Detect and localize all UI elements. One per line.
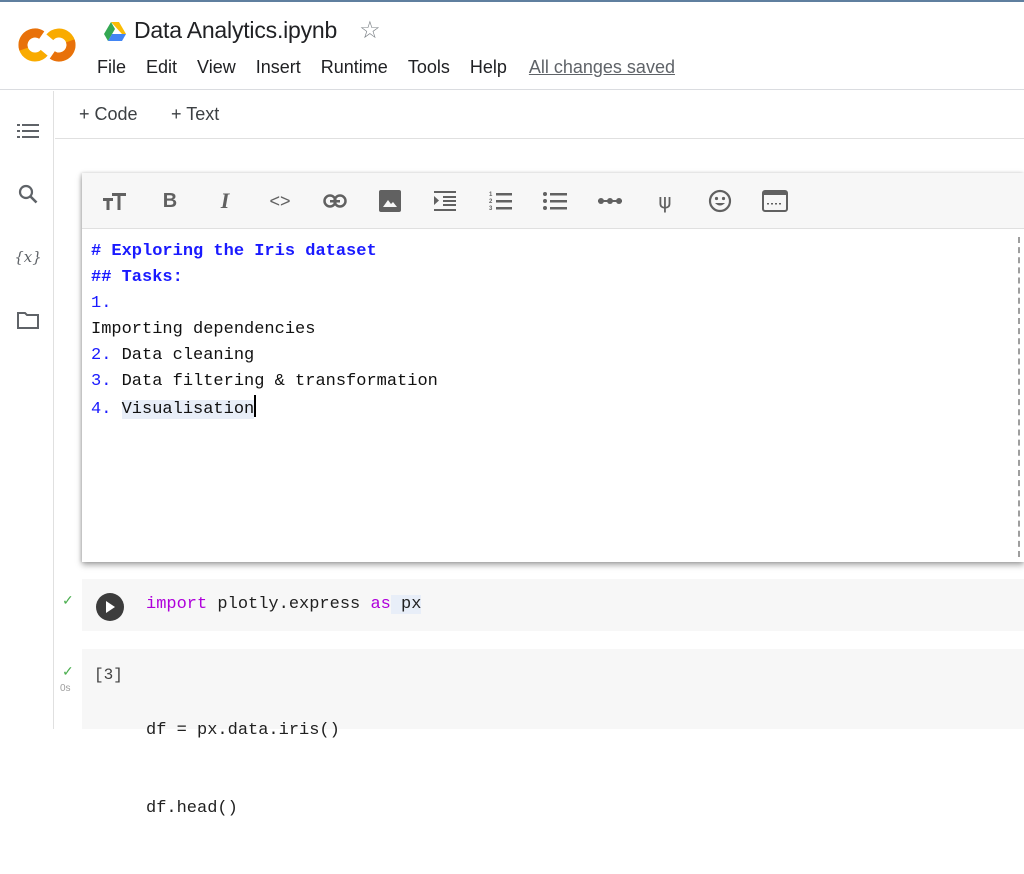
heading-marker: # — [91, 242, 112, 261]
run-cell-button[interactable] — [96, 593, 124, 621]
cell-toolbar: + Code + Text — [55, 91, 1024, 139]
bold-icon[interactable]: B — [156, 187, 184, 215]
text-cursor — [254, 395, 257, 417]
editor-line: ## Tasks: — [91, 265, 1015, 291]
execution-time: 0s — [60, 683, 71, 694]
editor-line: # Exploring the Iris dataset — [91, 239, 1015, 265]
colab-logo[interactable] — [18, 26, 76, 64]
heading-text: Exploring the Iris dataset — [111, 242, 377, 261]
heading-marker: ## — [91, 268, 122, 287]
menu-runtime[interactable]: Runtime — [321, 57, 388, 78]
list-item-text: Visualisation — [121, 400, 255, 419]
menu-tools[interactable]: Tools — [408, 57, 450, 78]
execution-count: [3] — [94, 666, 123, 684]
notebook-title[interactable]: Data Analytics.ipynb — [134, 17, 337, 44]
module-name: plotly.express — [207, 595, 371, 614]
italic-icon[interactable]: I — [211, 187, 239, 215]
add-text-button[interactable]: + Text — [171, 104, 219, 125]
play-icon — [106, 601, 115, 613]
alias-name: px — [390, 595, 422, 614]
heading-text: Tasks: — [121, 268, 183, 287]
menu-bar: File Edit View Insert Runtime Tools Help… — [97, 57, 695, 78]
editor-line: 3. Data filtering & transformation — [91, 369, 1015, 395]
list-item-text: Data cleaning — [121, 346, 255, 365]
numbered-list-icon[interactable]: 123 — [486, 187, 514, 215]
code-line: df.head() — [146, 799, 238, 818]
editor-line: Importing dependencies — [91, 317, 1015, 343]
text-cell-editor[interactable]: B I <> 123 ψ # Exploring the Iris datase… — [82, 173, 1024, 562]
code-line: df = px.data.iris() — [146, 721, 340, 740]
menu-insert[interactable]: Insert — [256, 57, 301, 78]
emoji-icon[interactable] — [706, 187, 734, 215]
menu-file[interactable]: File — [97, 57, 126, 78]
svg-text:1: 1 — [489, 192, 493, 198]
bullet-list-icon[interactable] — [541, 187, 569, 215]
latex-psi-icon[interactable]: ψ — [651, 187, 679, 215]
editor-line: 4. Visualisation — [91, 395, 1015, 423]
image-icon[interactable] — [376, 187, 404, 215]
code-icon[interactable]: <> — [266, 187, 294, 215]
horizontal-rule-icon[interactable] — [596, 187, 624, 215]
success-check-icon: ✓ — [62, 663, 74, 679]
preview-mode-icon[interactable] — [761, 187, 789, 215]
keyword-import: import — [146, 595, 208, 614]
indent-icon[interactable] — [431, 187, 459, 215]
list-item-text: Importing dependencies — [91, 320, 316, 339]
svg-text:3: 3 — [489, 206, 493, 211]
table-of-contents-icon[interactable] — [16, 119, 40, 143]
code-line: import plotly.express as px — [146, 595, 422, 614]
list-marker: 1. — [91, 294, 112, 313]
link-icon[interactable] — [321, 187, 349, 215]
ruler-guide — [1018, 237, 1020, 557]
list-item-text: Data filtering & transformation — [121, 372, 438, 391]
editor-line: 1. — [91, 291, 1015, 317]
markdown-editor[interactable]: # Exploring the Iris dataset ## Tasks: 1… — [82, 229, 1024, 557]
format-toolbar: B I <> 123 ψ — [82, 173, 1024, 229]
list-marker: 3. — [91, 372, 122, 391]
keyword-as: as — [370, 595, 391, 614]
code-block: df = px.data.iris() df.head() — [146, 666, 340, 874]
files-folder-icon[interactable] — [16, 308, 40, 332]
star-icon[interactable]: ☆ — [359, 16, 381, 45]
list-marker: 2. — [91, 346, 122, 365]
search-icon[interactable] — [16, 182, 40, 206]
left-sidebar: {x} — [0, 91, 54, 729]
add-code-button[interactable]: + Code — [79, 104, 138, 125]
code-cell[interactable]: import plotly.express as px — [82, 579, 1024, 631]
google-drive-icon[interactable] — [104, 21, 126, 41]
save-status-link[interactable]: All changes saved — [529, 57, 675, 78]
variables-icon[interactable]: {x} — [14, 245, 42, 269]
success-check-icon: ✓ — [62, 592, 74, 608]
header: Data Analytics.ipynb ☆ File Edit View In… — [0, 2, 1024, 90]
editor-line: 2. Data cleaning — [91, 343, 1015, 369]
heading-icon[interactable] — [101, 187, 129, 215]
list-marker: 4. — [91, 400, 122, 419]
menu-help[interactable]: Help — [470, 57, 507, 78]
svg-text:2: 2 — [489, 199, 493, 205]
menu-edit[interactable]: Edit — [146, 57, 177, 78]
menu-view[interactable]: View — [197, 57, 236, 78]
code-cell[interactable]: df = px.data.iris() df.head() — [82, 649, 1024, 818]
